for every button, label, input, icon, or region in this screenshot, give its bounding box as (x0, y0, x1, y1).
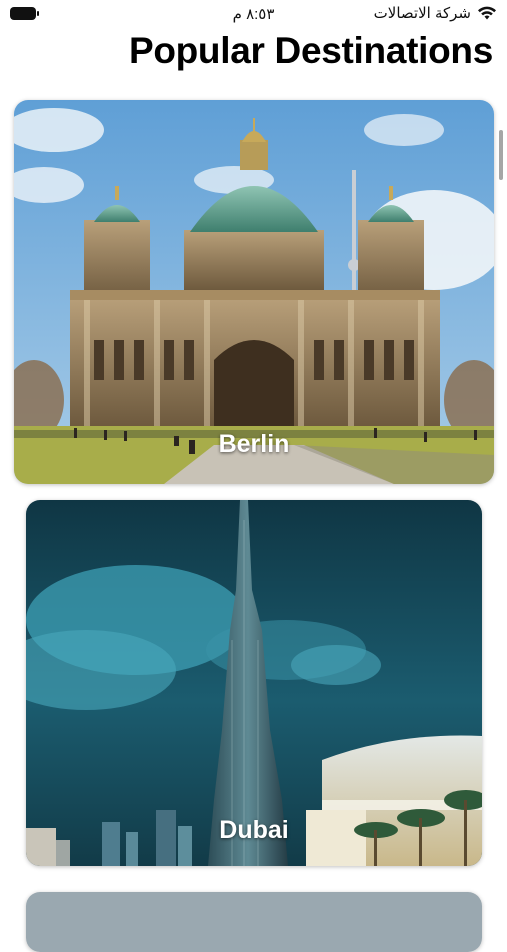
destination-name: Dubai (219, 816, 289, 844)
status-bar: ٨:٥٣ م شركة الاتصالات (0, 0, 507, 28)
destination-card-berlin[interactable]: Berlin (14, 100, 494, 484)
carrier-name: شركة الاتصالات (373, 5, 471, 22)
berlin-cathedral-photo (14, 100, 494, 484)
scroll-indicator[interactable] (499, 130, 503, 180)
destination-name: Berlin (218, 430, 290, 458)
page-title: Popular Destinations (128, 30, 493, 71)
status-right: شركة الاتصالات (374, 4, 497, 22)
dubai-burj-khalifa-photo (26, 500, 482, 866)
wifi-icon (478, 6, 496, 20)
destination-card-next[interactable] (26, 892, 482, 952)
partial-next-card-photo (26, 892, 482, 952)
destination-card-dubai[interactable]: Dubai (26, 500, 482, 866)
